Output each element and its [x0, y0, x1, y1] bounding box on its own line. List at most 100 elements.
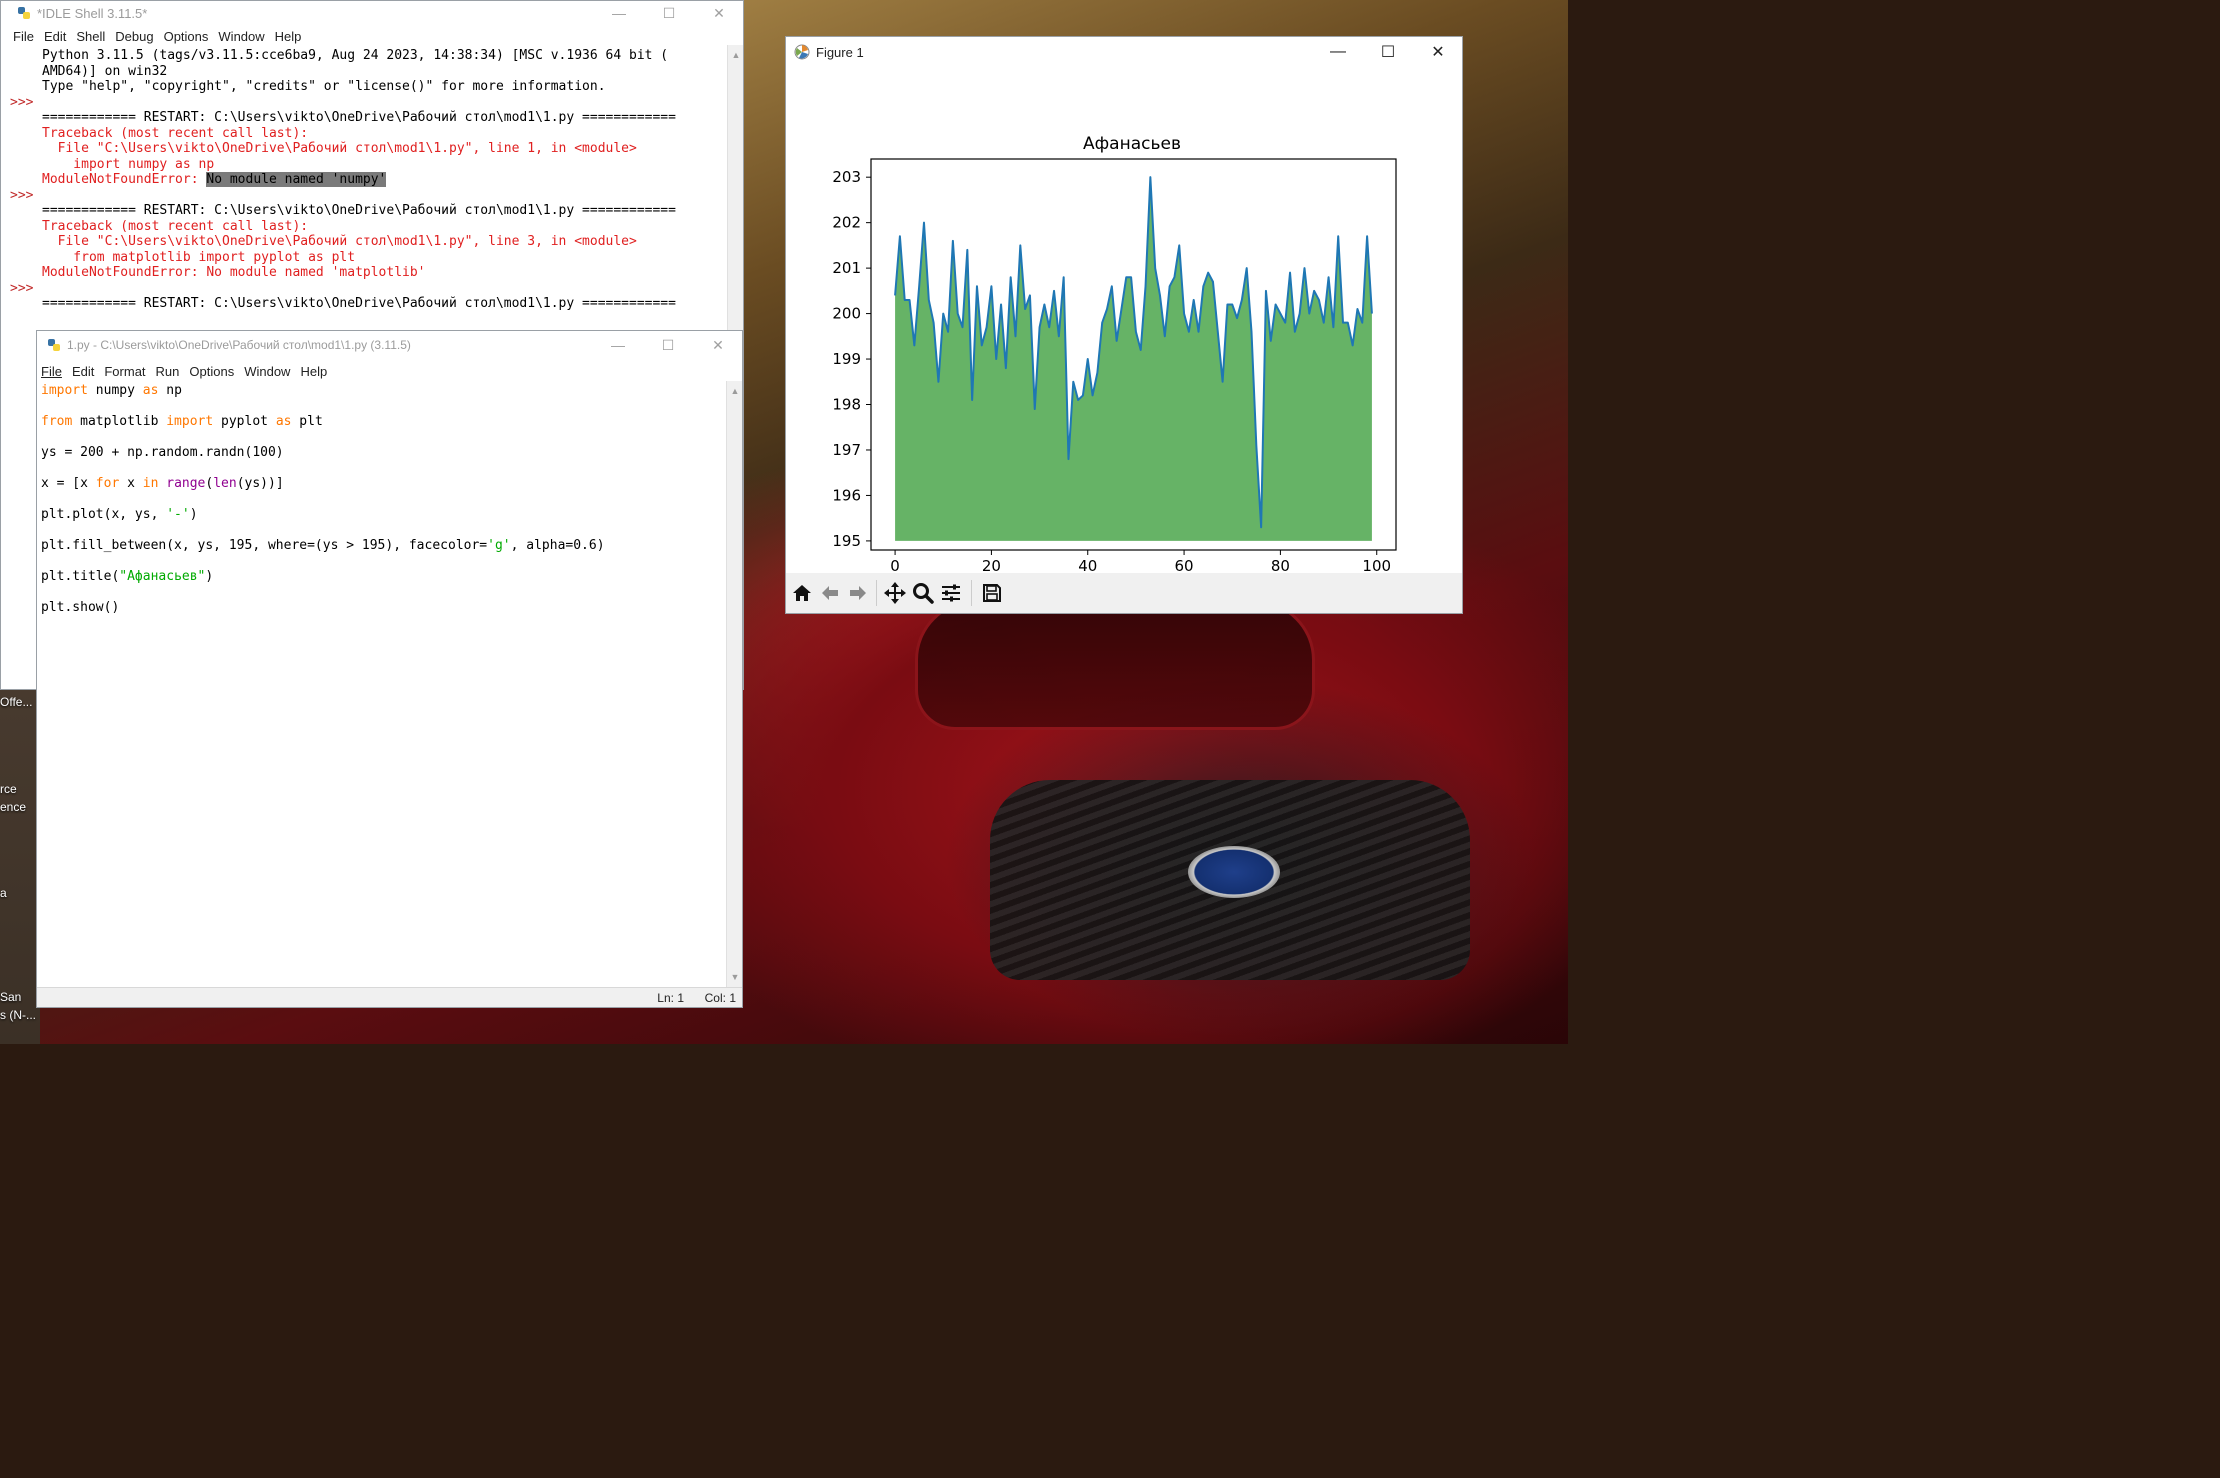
code-line: from matplotlib import pyplot as plt	[41, 414, 323, 429]
menu-options[interactable]: Options	[189, 364, 234, 379]
minimize-button[interactable]: —	[1314, 37, 1362, 67]
shell-line: AMD64)] on win32	[42, 63, 168, 79]
shell-prompt: >>>	[10, 281, 34, 296]
shell-prompt-gutter: >>> >>> >>>	[1, 45, 39, 689]
wallpaper-car-badge	[1188, 846, 1280, 898]
shell-prompt: >>>	[10, 188, 34, 203]
menu-debug[interactable]: Debug	[115, 29, 153, 44]
figure-toolbar	[786, 573, 1462, 613]
fill-area	[895, 177, 1372, 541]
code-line: plt.plot(x, ys, '-')	[41, 507, 198, 522]
configure-subplots-icon[interactable]	[937, 579, 965, 607]
maximize-button[interactable]: ☐	[645, 1, 693, 25]
toolbar-separator	[971, 580, 972, 606]
close-button[interactable]: ✕	[695, 1, 743, 25]
menu-edit[interactable]: Edit	[44, 29, 66, 44]
y-tick-label: 200	[832, 305, 861, 323]
python-icon	[47, 338, 61, 352]
y-tick-label: 201	[832, 259, 861, 277]
save-icon[interactable]	[978, 579, 1006, 607]
restart-line: ============ RESTART: C:\Users\vikto\One…	[42, 110, 676, 125]
y-tick-label: 198	[832, 396, 861, 414]
y-tick-label: 202	[832, 214, 861, 232]
shell-text: Python 3.11.5 (tags/v3.11.5:cce6ba9, Aug…	[42, 48, 728, 312]
desktop-icon-label[interactable]: rce	[0, 782, 17, 796]
menu-file[interactable]: File	[41, 364, 62, 379]
code-line: import numpy as np	[41, 383, 182, 398]
menu-help[interactable]: Help	[275, 29, 302, 44]
window-title: Figure 1	[816, 44, 864, 60]
y-tick-label: 199	[832, 350, 861, 368]
error-line: ModuleNotFoundError: No module named 'ma…	[42, 265, 426, 280]
close-button[interactable]: ✕	[694, 333, 742, 357]
zoom-icon[interactable]	[909, 579, 937, 607]
code-text: import numpy as np​from matplotlib impor…	[41, 383, 721, 616]
editor-titlebar[interactable]: 1.py - C:\Users\vikto\OneDrive\Рабочий с…	[37, 333, 742, 357]
line-indicator: Ln: 1	[657, 991, 684, 1005]
traceback-code-line: from matplotlib import pyplot as plt	[42, 249, 356, 265]
back-arrow-icon[interactable]	[816, 579, 844, 607]
scroll-up-icon[interactable]: ▲	[727, 383, 743, 399]
code-line: plt.title("Афанасьев")	[41, 569, 214, 584]
editor-window: 1.py - C:\Users\vikto\OneDrive\Рабочий с…	[36, 330, 743, 1008]
shell-line: Python 3.11.5 (tags/v3.11.5:cce6ba9, Aug…	[42, 48, 669, 63]
desktop-icon-label[interactable]: Offe...	[0, 695, 32, 709]
y-tick-label: 195	[832, 532, 861, 550]
code-line: x = [x for x in range(len(ys))]	[41, 476, 284, 491]
shell-menubar: File Edit Shell Debug Options Window Hel…	[1, 25, 743, 47]
error-line: ModuleNotFoundError: No module named 'nu…	[42, 172, 728, 188]
menu-help[interactable]: Help	[300, 364, 327, 379]
editor-statusbar: Ln: 1 Col: 1	[37, 987, 742, 1007]
desktop-icon-label[interactable]: a	[0, 886, 7, 900]
restart-line: ============ RESTART: C:\Users\vikto\One…	[42, 296, 676, 311]
error-message-selected[interactable]: No module named 'numpy'	[206, 172, 387, 187]
shell-prompt: >>>	[10, 95, 34, 110]
traceback-line: Traceback (most recent call last):	[42, 125, 309, 141]
minimize-button[interactable]: —	[595, 1, 643, 25]
pan-icon[interactable]	[881, 579, 909, 607]
code-editor[interactable]: import numpy as np​from matplotlib impor…	[37, 381, 742, 987]
menu-shell[interactable]: Shell	[76, 29, 105, 44]
traceback-code-line: import numpy as np	[42, 156, 215, 172]
editor-scrollbar[interactable]: ▲ ▼	[726, 381, 742, 987]
shell-titlebar[interactable]: *IDLE Shell 3.11.5* — ☐ ✕	[1, 1, 743, 25]
wallpaper-car-hood	[915, 600, 1315, 730]
traceback-file-line: File "C:\Users\vikto\OneDrive\Рабочий ст…	[42, 141, 637, 156]
chart: Афанасьев 0 20 40 60 80 100 19519619719819920…	[832, 134, 1397, 575]
y-tick-label: 196	[832, 486, 861, 504]
forward-arrow-icon[interactable]	[844, 579, 872, 607]
matplotlib-icon	[794, 44, 810, 60]
desktop-icon-label[interactable]: ence	[0, 800, 26, 814]
close-button[interactable]: ✕	[1414, 37, 1462, 67]
traceback-line: Traceback (most recent call last):	[42, 218, 309, 234]
traceback-file-line: File "C:\Users\vikto\OneDrive\Рабочий ст…	[42, 234, 637, 249]
scroll-down-icon[interactable]: ▼	[727, 969, 743, 985]
menu-options[interactable]: Options	[164, 29, 209, 44]
shell-line: Type "help", "copyright", "credits" or "…	[42, 79, 606, 94]
code-line: plt.show()	[41, 600, 120, 615]
home-icon[interactable]	[788, 579, 816, 607]
code-line: plt.fill_between(x, ys, 195, where=(ys >…	[41, 538, 605, 553]
editor-menubar: File Edit Format Run Options Window Help	[37, 360, 742, 382]
plot-canvas[interactable]: Афанасьев 0 20 40 60 80 100 195 196 197 198 199 20…	[786, 67, 1462, 575]
maximize-button[interactable]: ☐	[1364, 37, 1412, 67]
minimize-button[interactable]: —	[594, 333, 642, 357]
figure-titlebar[interactable]: Figure 1 — ☐ ✕	[786, 37, 1462, 67]
maximize-button[interactable]: ☐	[644, 333, 692, 357]
code-line: ys = 200 + np.random.randn(100)	[41, 445, 284, 460]
menu-edit[interactable]: Edit	[72, 364, 94, 379]
menu-run[interactable]: Run	[156, 364, 180, 379]
menu-file[interactable]: File	[13, 29, 34, 44]
chart-title: Афанасьев	[1083, 134, 1181, 154]
scroll-up-icon[interactable]: ▲	[728, 47, 744, 63]
restart-line: ============ RESTART: C:\Users\vikto\One…	[42, 203, 676, 218]
desktop-icon-label[interactable]: s (N-...	[0, 1008, 36, 1022]
menu-format[interactable]: Format	[104, 364, 145, 379]
menu-window[interactable]: Window	[244, 364, 290, 379]
menu-window[interactable]: Window	[218, 29, 264, 44]
window-title: 1.py - C:\Users\vikto\OneDrive\Рабочий с…	[67, 338, 411, 352]
error-prefix: ModuleNotFoundError:	[42, 172, 207, 187]
matplotlib-figure-window: Figure 1 — ☐ ✕ Афанасьев 0 20 40 60 80 100 19…	[785, 36, 1463, 614]
desktop-icon-label[interactable]: San	[0, 990, 21, 1004]
toolbar-separator	[876, 580, 877, 606]
